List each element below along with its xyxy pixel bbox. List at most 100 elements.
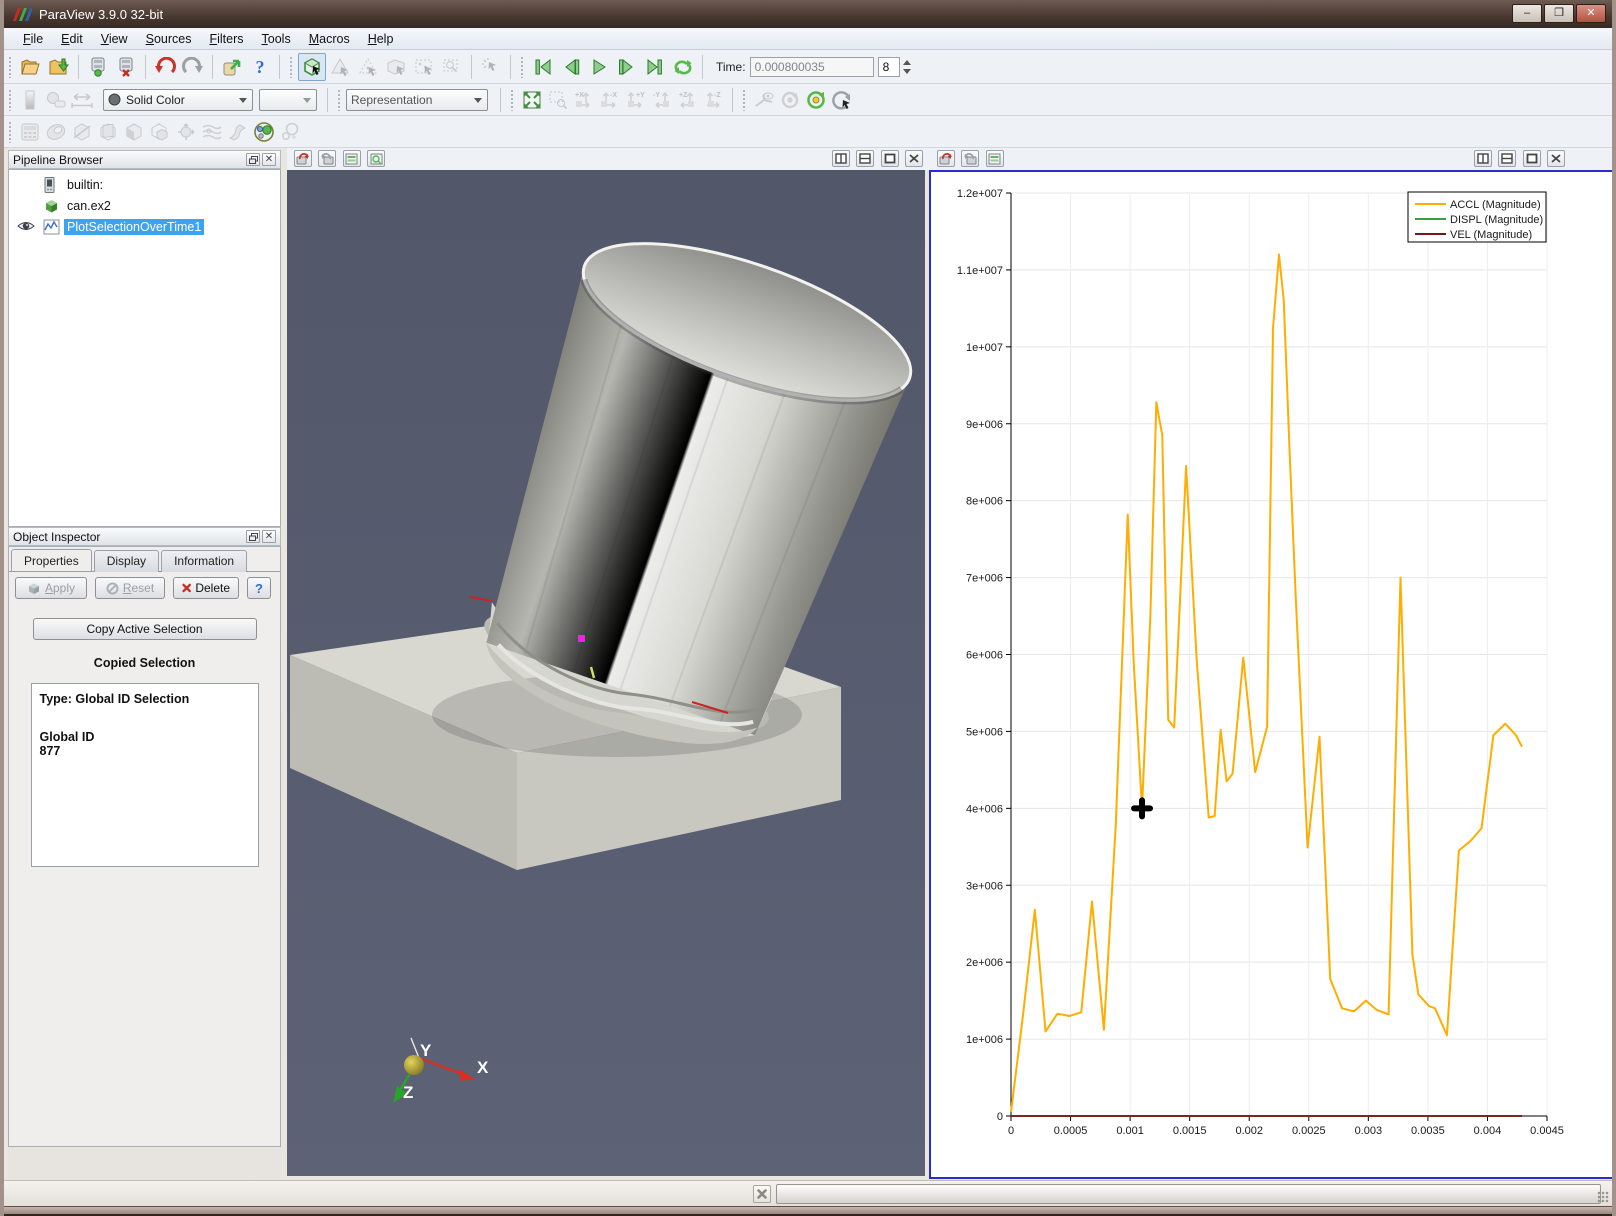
render-maximize-button[interactable] <box>881 150 899 167</box>
first-frame-button[interactable] <box>529 53 557 81</box>
menu-filters[interactable]: Filters <box>200 30 252 48</box>
menu-tools[interactable]: Tools <box>253 30 300 48</box>
minimize-button[interactable]: – <box>1512 4 1542 23</box>
tab-properties[interactable]: Properties <box>11 549 92 571</box>
copy-active-selection-button[interactable]: Copy Active Selection <box>33 618 257 640</box>
chart-maximize-button[interactable] <box>1523 150 1541 167</box>
render-split-horizontal-button[interactable] <box>832 150 850 167</box>
chart-view-options-button[interactable] <box>986 150 1004 167</box>
apply-button[interactable]: Apply <box>15 577 87 599</box>
menu-help[interactable]: Help <box>359 30 403 48</box>
pick-center-button[interactable] <box>803 88 829 112</box>
menu-edit[interactable]: Edit <box>52 30 92 48</box>
chart-split-horizontal-button[interactable] <box>1474 150 1492 167</box>
inspector-float-button[interactable] <box>246 530 260 543</box>
view-minus-z-button[interactable]: -Z -Z <box>701 88 727 112</box>
menu-macros[interactable]: Macros <box>300 30 359 48</box>
render-view-zoom-button[interactable] <box>367 150 385 167</box>
play-button[interactable] <box>585 53 613 81</box>
surface-select-cells-button[interactable] <box>298 53 326 81</box>
clip-filter-button[interactable] <box>69 120 95 144</box>
show-center-button[interactable] <box>751 88 777 112</box>
menu-file[interactable]: File <box>14 30 52 48</box>
camera-undo-button[interactable] <box>294 150 312 167</box>
chart-split-vertical-button[interactable] <box>1498 150 1516 167</box>
stream-tracer-filter-button[interactable] <box>199 120 225 144</box>
inspector-close-button[interactable]: ✕ <box>262 530 276 543</box>
save-data-button[interactable] <box>45 53 73 81</box>
threshold-filter-button[interactable] <box>121 120 147 144</box>
view-minus-y-button[interactable]: -Y -Y <box>649 88 675 112</box>
toggle-color-legend-button[interactable] <box>17 88 43 112</box>
show-orientation-axes-button[interactable] <box>829 88 855 112</box>
frame-field[interactable] <box>878 57 900 77</box>
render-view-3d[interactable]: X Y Z <box>287 170 925 1176</box>
menu-sources[interactable]: Sources <box>137 30 201 48</box>
component-combo[interactable] <box>259 89 317 111</box>
representation-combo[interactable]: Representation <box>346 89 488 111</box>
visibility-eye-icon[interactable] <box>17 219 35 233</box>
rescale-to-data-range-button[interactable] <box>69 88 95 112</box>
view-minus-x-button[interactable]: -X -X <box>597 88 623 112</box>
edit-color-map-button[interactable] <box>43 88 69 112</box>
maximize-button[interactable]: ❐ <box>1544 4 1574 23</box>
select-points-on-surface-button[interactable] <box>354 53 382 81</box>
connect-server-button[interactable] <box>84 53 112 81</box>
chart-camera-undo-button[interactable] <box>937 150 955 167</box>
render-split-vertical-button[interactable] <box>856 150 874 167</box>
title-bar[interactable]: ParaView 3.9.0 32-bit – ❐ ✕ <box>4 0 1612 28</box>
tab-information[interactable]: Information <box>161 550 247 572</box>
render-view-options-button[interactable] <box>343 150 361 167</box>
warp-by-vector-filter-button[interactable] <box>225 120 251 144</box>
disconnect-server-button[interactable] <box>112 53 140 81</box>
open-file-button[interactable] <box>17 53 45 81</box>
view-plus-z-button[interactable]: +Z +Z <box>675 88 701 112</box>
color-by-combo[interactable]: Solid Color <box>103 89 253 111</box>
reset-button[interactable]: Reset <box>95 577 165 599</box>
extract-level-filter-button[interactable] <box>277 120 303 144</box>
pipeline-item-can-ex2[interactable]: can.ex2 <box>9 195 280 216</box>
loop-button[interactable] <box>669 53 697 81</box>
redo-button[interactable] <box>179 53 207 81</box>
tab-display[interactable]: Display <box>94 550 159 572</box>
contour-filter-button[interactable] <box>43 120 69 144</box>
group-datasets-filter-button[interactable] <box>251 120 277 144</box>
frame-spinner[interactable] <box>901 59 913 75</box>
inspector-help-button[interactable]: ? <box>247 577 271 599</box>
pipeline-float-button[interactable] <box>246 153 260 166</box>
last-frame-button[interactable] <box>641 53 669 81</box>
help-button[interactable]: ? <box>246 53 274 81</box>
reset-camera-button[interactable] <box>519 88 545 112</box>
view-plus-y-button[interactable]: +Y +Y <box>623 88 649 112</box>
select-cells-through-button[interactable] <box>382 53 410 81</box>
resize-grip[interactable] <box>1597 1191 1609 1203</box>
select-points-through-button[interactable] <box>410 53 438 81</box>
next-frame-button[interactable] <box>613 53 641 81</box>
reset-center-button[interactable] <box>777 88 803 112</box>
delete-button[interactable]: Delete <box>173 577 239 599</box>
glyph-filter-button[interactable] <box>173 120 199 144</box>
previous-frame-button[interactable] <box>557 53 585 81</box>
camera-redo-button[interactable] <box>318 150 336 167</box>
view-plus-x-button[interactable]: +X +X <box>571 88 597 112</box>
time-field[interactable] <box>750 57 874 77</box>
plot-selection-over-time-view[interactable]: 01e+0062e+0063e+0064e+0065e+0066e+0067e+… <box>929 170 1616 1179</box>
zoom-to-box-button[interactable] <box>545 88 571 112</box>
auto-apply-button[interactable] <box>218 53 246 81</box>
calculator-filter-button[interactable] <box>17 120 43 144</box>
select-block-button[interactable] <box>438 53 466 81</box>
slice-filter-button[interactable] <box>95 120 121 144</box>
undo-button[interactable] <box>151 53 179 81</box>
pipeline-item-builtin[interactable]: builtin: <box>9 174 280 195</box>
menu-view[interactable]: View <box>92 30 137 48</box>
select-cells-on-surface-button[interactable] <box>326 53 354 81</box>
extract-subset-filter-button[interactable] <box>147 120 173 144</box>
interactive-select-button[interactable] <box>477 53 505 81</box>
pipeline-close-button[interactable]: ✕ <box>262 153 276 166</box>
chart-camera-redo-button[interactable] <box>961 150 979 167</box>
close-button[interactable]: ✕ <box>1576 4 1606 23</box>
chart-close-view-button[interactable] <box>1547 150 1565 167</box>
pipeline-item-plotselectionovertime[interactable]: PlotSelectionOverTime1 <box>9 216 280 237</box>
toolbar-handle[interactable] <box>8 56 13 78</box>
abort-button[interactable] <box>753 1185 771 1203</box>
